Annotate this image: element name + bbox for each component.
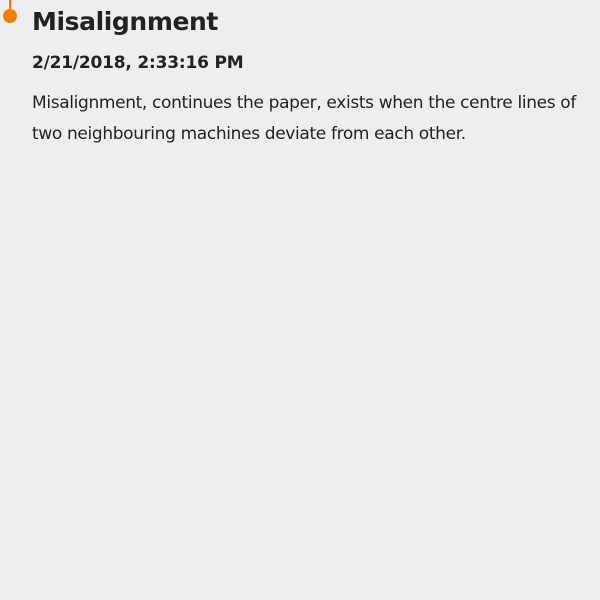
entry-timestamp: 2/21/2018, 2:33:16 PM — [32, 53, 244, 73]
entry-body-text: Misalignment, continues the paper, exist… — [32, 93, 576, 144]
timeline-entry: Misalignment 2/21/2018, 2:33:16 PM Misal… — [32, 4, 594, 150]
entry-title: Misalignment — [32, 7, 218, 36]
timeline-marker-dot — [3, 9, 17, 23]
